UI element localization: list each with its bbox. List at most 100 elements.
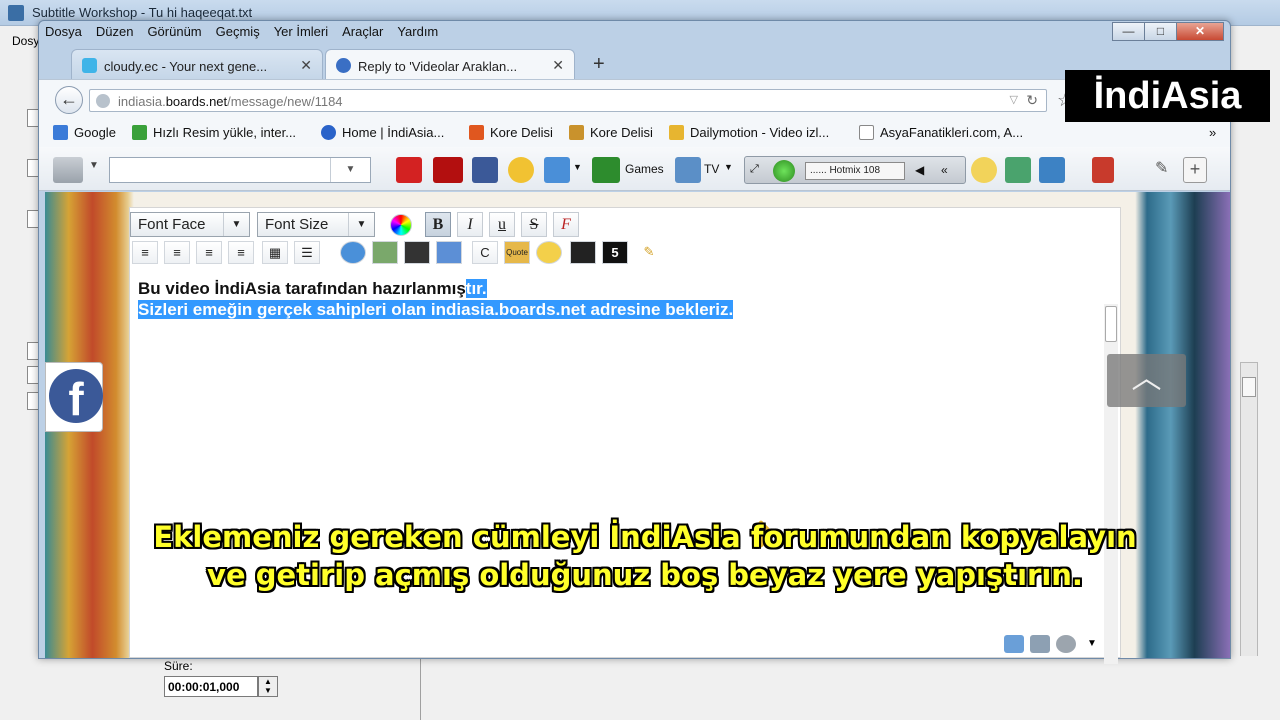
top-100-icon[interactable] [433, 157, 463, 183]
window-controls: — □ ✕ [1112, 22, 1224, 41]
facebook-icon[interactable] [472, 157, 498, 183]
media-icon[interactable] [570, 241, 596, 264]
image-icon[interactable] [372, 241, 398, 264]
add-addon-icon[interactable]: + [1183, 157, 1207, 183]
chat-icon[interactable] [971, 157, 997, 183]
radio-popout-icon[interactable]: ⤢ [750, 163, 759, 176]
strikethrough-button[interactable]: S [521, 212, 547, 237]
editor-line-1: Bu video İndiAsia tarafından hazırlanmış… [138, 278, 733, 299]
tab-close-icon[interactable]: ✕ [552, 57, 564, 74]
align-left-icon[interactable]: ≡ [132, 241, 158, 264]
reload-icon[interactable]: ↻ [1026, 92, 1038, 109]
close-window-button[interactable]: ✕ [1176, 22, 1224, 41]
quote-icon[interactable]: Quote [504, 241, 530, 264]
menu-araclar[interactable]: Araçlar [342, 24, 383, 44]
code-icon[interactable]: C [472, 241, 498, 264]
play-vids-icon[interactable] [396, 157, 422, 183]
html-icon[interactable]: 5 [602, 241, 628, 264]
menu-yer-imleri[interactable]: Yer İmleri [274, 24, 328, 44]
editor-text-area[interactable]: Bu video İndiAsia tarafından hazırlanmış… [138, 278, 734, 320]
bookmark-hizli-resim[interactable]: Hızlı Resim yükle, inter... [132, 125, 296, 140]
url-history-dropdown-icon[interactable]: ▽ [1010, 93, 1018, 106]
tv-dropdown-icon[interactable]: ▼ [724, 162, 733, 172]
duration-stepper[interactable]: ▲ ▼ [258, 676, 278, 697]
trash-icon[interactable] [1092, 157, 1114, 183]
font-face-select[interactable]: Font Face ▼ [130, 212, 250, 237]
menu-gecmis[interactable]: Geçmiş [216, 24, 260, 44]
games-icon[interactable] [592, 157, 620, 183]
link-icon[interactable] [340, 241, 366, 264]
smiley-icon[interactable] [508, 157, 534, 183]
emoticon-icon[interactable] [536, 241, 562, 264]
menu-gorunum[interactable]: Görünüm [147, 24, 201, 44]
users-small-icon[interactable] [1004, 635, 1024, 653]
subtitle-workshop-scrollbar[interactable] [1240, 362, 1258, 662]
bookmark-label: Kore Delisi [590, 125, 653, 140]
gear-icon[interactable] [1056, 635, 1076, 653]
users-icon[interactable] [436, 241, 462, 264]
font-size-select[interactable]: Font Size ▼ [257, 212, 375, 237]
list-icon[interactable]: ☰ [294, 241, 320, 264]
align-right-icon[interactable]: ≡ [196, 241, 222, 264]
tab-close-icon[interactable]: ✕ [300, 57, 312, 74]
minimize-button[interactable]: — [1112, 22, 1145, 41]
bookmark-home-indiasia[interactable]: Home | İndiAsia... [321, 125, 444, 140]
wrench-icon[interactable]: ✎ [1155, 158, 1168, 178]
recycle-icon[interactable] [1005, 157, 1031, 183]
new-tab-button[interactable]: + [593, 53, 605, 76]
radio-station-select[interactable]: ...... Hotmix 108 [805, 162, 905, 180]
games-label[interactable]: Games [625, 162, 664, 176]
addon-search-input[interactable]: ▼ [109, 157, 371, 183]
bookmark-google[interactable]: Google [53, 125, 116, 140]
bookmarks-overflow-button[interactable]: » [1209, 125, 1216, 140]
bookmark-asyafanatikleri[interactable]: AsyaFanatikleri.com, A... [859, 125, 1023, 140]
bookmarks-toolbar: Google Hızlı Resim yükle, inter... Home … [39, 119, 1230, 147]
tab-reply[interactable]: Reply to 'Videolar Araklan... ✕ [325, 49, 575, 79]
rewind-icon[interactable]: « [941, 163, 948, 177]
blogger-icon [469, 125, 484, 140]
menu-dosya[interactable]: Dosya [45, 24, 82, 44]
scroll-to-top-button[interactable]: ︿ [1107, 354, 1186, 407]
editor-footer-tools: ▼ [1004, 635, 1102, 653]
bookmark-kore-delisi-2[interactable]: Kore Delisi [569, 125, 653, 140]
video-icon[interactable] [404, 241, 430, 264]
subtitle-workshop-menubar: Dosya [0, 30, 46, 52]
url-domain-main: boards.net [165, 94, 228, 109]
underline-button[interactable]: u [489, 212, 515, 237]
radio-play-icon[interactable] [773, 160, 795, 182]
search-dropdown-icon[interactable]: ▼ [330, 158, 370, 182]
weather-icon[interactable] [1039, 157, 1065, 183]
menu-yardim[interactable]: Yardım [397, 24, 438, 44]
addon-menu-arrow-icon[interactable]: ▼ [89, 160, 99, 171]
addon-logo-icon[interactable] [53, 157, 83, 183]
pencil-icon[interactable]: ✎ [636, 241, 662, 264]
volume-icon[interactable]: ◀ [915, 163, 924, 177]
color-picker-icon[interactable] [390, 214, 412, 236]
chevron-down-icon[interactable]: ▼ [1082, 635, 1102, 653]
editor-scroll-thumb[interactable] [1105, 306, 1117, 342]
maximize-button[interactable]: □ [1144, 22, 1177, 41]
bookmark-kore-delisi[interactable]: Kore Delisi [469, 125, 553, 140]
subtitle-workshop-scroll-thumb[interactable] [1242, 377, 1256, 397]
clear-format-button[interactable]: F [553, 212, 579, 237]
bookmark-dailymotion[interactable]: Dailymotion - Video izl... [669, 125, 829, 140]
duration-input[interactable]: 00:00:01,000 [164, 676, 258, 697]
tv-label[interactable]: TV [704, 162, 719, 176]
italic-button[interactable]: I [457, 212, 483, 237]
tv-icon[interactable] [675, 157, 701, 183]
cloudy-favicon-icon [82, 58, 97, 73]
justify-icon[interactable]: ≡ [228, 241, 254, 264]
facebook-share-widget[interactable]: f [45, 362, 103, 432]
menu-duzen[interactable]: Düzen [96, 24, 134, 44]
share-icon[interactable] [544, 157, 570, 183]
align-center-icon[interactable]: ≡ [164, 241, 190, 264]
site-identity-icon[interactable] [96, 94, 110, 108]
address-bar[interactable]: indiasia.boards.net/message/new/1184 ▽ ↻ [89, 89, 1047, 112]
editor-line-1-selection: tır. [465, 279, 487, 298]
back-button[interactable]: ← [55, 86, 83, 114]
tab-cloudy[interactable]: cloudy.ec - Your next gene... ✕ [71, 49, 323, 79]
bold-button[interactable]: B [425, 212, 451, 237]
preview-icon[interactable] [1030, 635, 1050, 653]
share-dropdown-icon[interactable]: ▼ [573, 162, 582, 172]
table-icon[interactable]: ▦ [262, 241, 288, 264]
